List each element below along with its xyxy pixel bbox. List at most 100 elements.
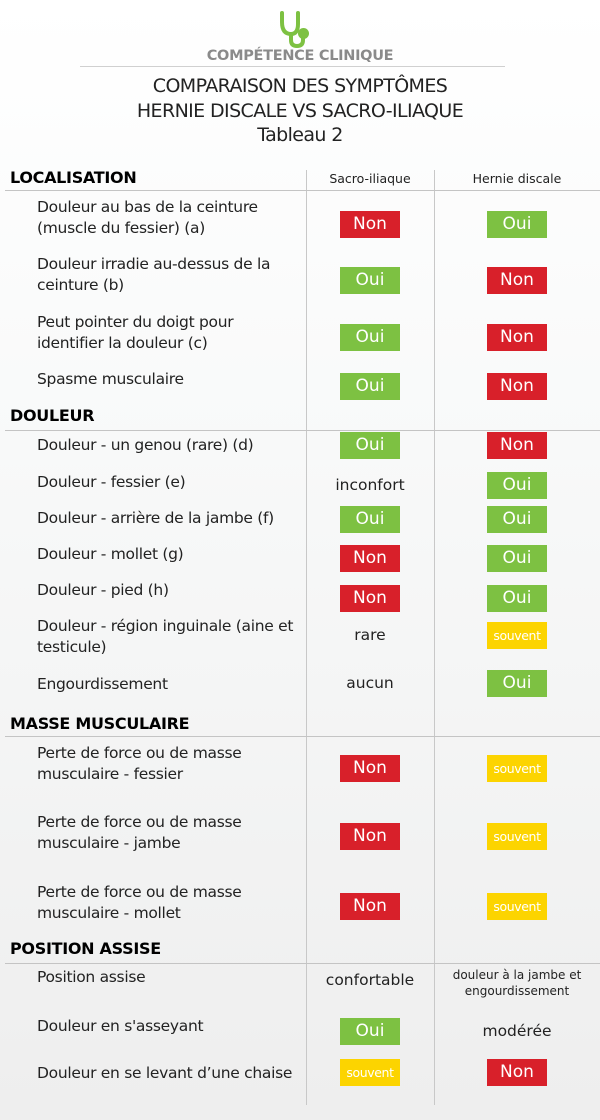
souvent-badge: souvent	[340, 1059, 400, 1086]
page-title-line-2: HERNIE DISCALE VS SACRO-ILIAQUE	[136, 100, 464, 122]
souvent-badge: souvent	[487, 755, 547, 782]
oui-badge: Oui	[340, 267, 400, 294]
cell-hernie-discale: souvent	[434, 622, 600, 649]
non-badge: Non	[340, 755, 400, 782]
section-header-localisation: LOCALISATION	[10, 168, 137, 187]
non-badge: Non	[340, 545, 400, 572]
cell-sacro-iliaque: Oui	[306, 1018, 434, 1045]
row-label: Douleur en s'asseyant	[37, 1017, 204, 1035]
section-header-masse-musculaire: MASSE MUSCULAIRE	[10, 714, 190, 733]
cell-text: confortable	[325, 971, 415, 989]
non-badge: Non	[340, 893, 400, 920]
cell-sacro-iliaque: Non	[306, 755, 434, 782]
cell-sacro-iliaque: Oui	[306, 506, 434, 533]
cell-hernie-discale: modérée	[434, 1021, 600, 1041]
cell-hernie-discale: souvent	[434, 893, 600, 920]
cell-sacro-iliaque: Oui	[306, 373, 434, 400]
row-label: Douleur irradie au-dessus de la ceinture…	[37, 255, 271, 294]
cell-hernie-discale: Non	[434, 1059, 600, 1086]
row-label: Douleur au bas de la ceinture (muscle du…	[37, 198, 258, 237]
row-label: Spasme musculaire	[37, 370, 184, 388]
non-badge: Non	[487, 267, 547, 294]
row-label: Douleur - mollet (g)	[37, 545, 184, 563]
row-label: Douleur - fessier (e)	[37, 473, 186, 491]
cell-sacro-iliaque: Non	[306, 545, 434, 572]
cell-hernie-discale: Non	[434, 373, 600, 400]
cell-sacro-iliaque: Non	[306, 893, 434, 920]
cell-text: aucun	[346, 674, 394, 692]
cell-text: rare	[354, 626, 386, 644]
section-divider	[5, 963, 600, 964]
row-label: Perte de force ou de masse musculaire - …	[37, 813, 242, 852]
row-label: Engourdissement	[37, 675, 168, 693]
cell-text: douleur à la jambe et engourdissement	[452, 968, 582, 998]
row-label: Position assise	[37, 968, 146, 986]
cell-hernie-discale: Oui	[434, 670, 600, 697]
non-badge: Non	[487, 1059, 547, 1086]
stethoscope-icon	[280, 11, 309, 48]
oui-badge: Oui	[340, 324, 400, 351]
cell-hernie-discale: Non	[434, 324, 600, 351]
cell-sacro-iliaque: Non	[306, 211, 434, 238]
row-label: Perte de force ou de masse musculaire - …	[37, 883, 242, 922]
cell-sacro-iliaque: Oui	[306, 267, 434, 294]
cell-sacro-iliaque: rare	[306, 625, 434, 645]
souvent-badge: souvent	[487, 622, 547, 649]
cell-hernie-discale: souvent	[434, 755, 600, 782]
section-divider	[5, 190, 600, 191]
oui-badge: Oui	[487, 670, 547, 697]
cell-text: modérée	[482, 1022, 552, 1040]
column-header-sacro-iliaque: Sacro-iliaque	[329, 171, 411, 186]
non-badge: Non	[487, 324, 547, 351]
cell-sacro-iliaque: Oui	[306, 432, 434, 459]
cell-hernie-discale: Non	[434, 432, 600, 459]
oui-badge: Oui	[487, 545, 547, 572]
cell-sacro-iliaque: souvent	[306, 1059, 434, 1086]
oui-badge: Oui	[487, 211, 547, 238]
oui-badge: Oui	[340, 506, 400, 533]
cell-text: inconfort	[335, 476, 405, 494]
oui-badge: Oui	[487, 472, 547, 499]
non-badge: Non	[340, 823, 400, 850]
section-header-douleur: DOULEUR	[10, 406, 95, 425]
oui-badge: Oui	[340, 432, 400, 459]
cell-sacro-iliaque: confortable	[306, 970, 434, 990]
row-label: Douleur en se levant d’une chaise	[37, 1064, 293, 1082]
cell-hernie-discale: Oui	[434, 545, 600, 572]
section-divider	[5, 430, 600, 431]
row-label: Douleur - pied (h)	[37, 581, 169, 599]
section-divider	[5, 736, 600, 737]
cell-sacro-iliaque: inconfort	[306, 475, 434, 495]
page-subtitle: Tableau 2	[257, 124, 343, 146]
cell-hernie-discale: Non	[434, 267, 600, 294]
cell-hernie-discale: Oui	[434, 585, 600, 612]
souvent-badge: souvent	[487, 823, 547, 850]
cell-hernie-discale: Oui	[434, 211, 600, 238]
souvent-badge: souvent	[487, 893, 547, 920]
cell-hernie-discale: souvent	[434, 823, 600, 850]
page-title-line-1: COMPARAISON DES SYMPTÔMES	[152, 75, 448, 97]
cell-hernie-discale: Oui	[434, 506, 600, 533]
column-header-hernie-discale: Hernie discale	[472, 171, 562, 186]
non-badge: Non	[340, 211, 400, 238]
cell-hernie-discale: douleur à la jambe et engourdissement	[434, 967, 600, 999]
non-badge: Non	[487, 432, 547, 459]
row-label: Douleur - arrière de la jambe (f)	[37, 509, 274, 527]
cell-sacro-iliaque: Oui	[306, 324, 434, 351]
oui-badge: Oui	[487, 585, 547, 612]
oui-badge: Oui	[340, 373, 400, 400]
section-header-position-assise: POSITION ASSISE	[10, 939, 161, 958]
non-badge: Non	[487, 373, 547, 400]
cell-sacro-iliaque: aucun	[306, 673, 434, 693]
non-badge: Non	[340, 585, 400, 612]
oui-badge: Oui	[340, 1018, 400, 1045]
row-label: Douleur - un genou (rare) (d)	[37, 436, 254, 454]
brand-divider	[80, 66, 505, 67]
cell-sacro-iliaque: Non	[306, 585, 434, 612]
row-label: Douleur - région inguinale (aine et test…	[37, 617, 294, 656]
row-label: Peut pointer du doigt pour identifier la…	[37, 313, 234, 352]
row-label: Perte de force ou de masse musculaire - …	[37, 744, 242, 783]
oui-badge: Oui	[487, 506, 547, 533]
cell-hernie-discale: Oui	[434, 472, 600, 499]
brand-name: COMPÉTENCE CLINIQUE	[206, 48, 394, 64]
